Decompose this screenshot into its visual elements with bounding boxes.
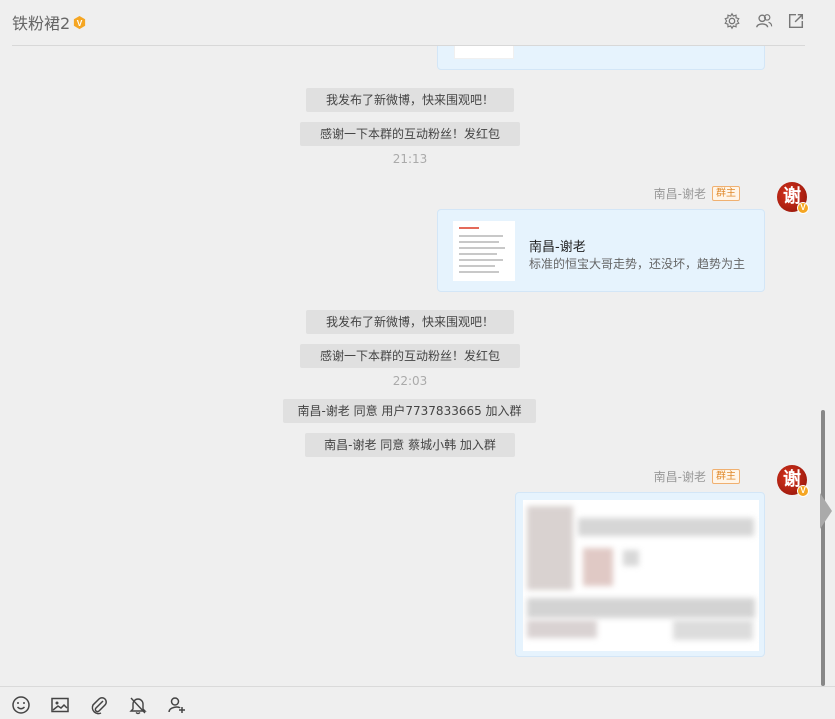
emoji-icon[interactable] [11,695,31,715]
avatar[interactable]: 谢 V [777,182,809,214]
scrollbar-thumb[interactable] [821,410,825,686]
timestamp: 22:03 [392,374,428,388]
share-card-thumbnail [453,221,515,281]
share-card[interactable]: 南昌-谢老 标准的恒宝大哥走势，还没坏，趋势为主 [437,209,765,292]
expand-arrow-icon[interactable] [820,493,832,529]
share-card-partial[interactable] [437,46,765,70]
image-icon[interactable] [50,695,70,715]
members-icon[interactable] [755,12,773,30]
share-card-title: 南昌-谢老 [529,240,586,255]
image-message[interactable] [515,492,765,657]
input-toolbar [0,686,835,719]
settings-icon[interactable] [723,12,741,30]
verified-badge-icon: V [797,485,809,497]
svg-text:V: V [77,17,83,27]
verified-badge-icon: V [797,202,809,214]
owner-badge: 群主 [712,469,740,484]
attachment-icon[interactable] [89,695,109,715]
sender-info: 南昌-谢老 群主 [654,468,740,485]
blurred-image [523,500,759,651]
verified-badge-icon: V [74,15,86,29]
message-list[interactable]: 我发布了新微博，快来围观吧！ 感谢一下本群的互动粉丝！发红包 21:13 南昌-… [0,46,818,686]
system-message[interactable]: 感谢一下本群的互动粉丝！发红包 [300,344,520,368]
share-card-thumbnail [454,46,514,59]
sender-name: 南昌-谢老 [653,470,706,484]
share-card-desc: 标准的恒宝大哥走势，还没坏，趋势为主 [529,257,746,271]
system-message[interactable]: 南昌-谢老 同意 用户7737833665 加入群 [283,399,536,423]
mute-bell-icon[interactable] [128,695,148,715]
avatar[interactable]: 谢 V [777,465,809,497]
chat-header: 铁粉裙2 V [0,0,835,46]
popout-icon[interactable] [787,12,805,30]
timestamp: 21:13 [392,152,428,166]
group-title: 铁粉裙2 V [12,10,87,34]
system-message[interactable]: 南昌-谢老 同意 蔡城小韩 加入群 [305,433,515,457]
sender-info: 南昌-谢老 群主 [654,185,740,202]
sender-name: 南昌-谢老 [653,187,706,201]
system-message[interactable]: 我发布了新微博，快来围观吧！ [306,88,514,112]
group-name: 铁粉裙2 [12,14,71,33]
system-message[interactable]: 我发布了新微博，快来围观吧！ [306,310,514,334]
scrollbar[interactable] [818,46,835,686]
add-member-icon[interactable] [167,695,187,715]
system-message[interactable]: 感谢一下本群的互动粉丝！发红包 [300,122,520,146]
owner-badge: 群主 [712,186,740,201]
